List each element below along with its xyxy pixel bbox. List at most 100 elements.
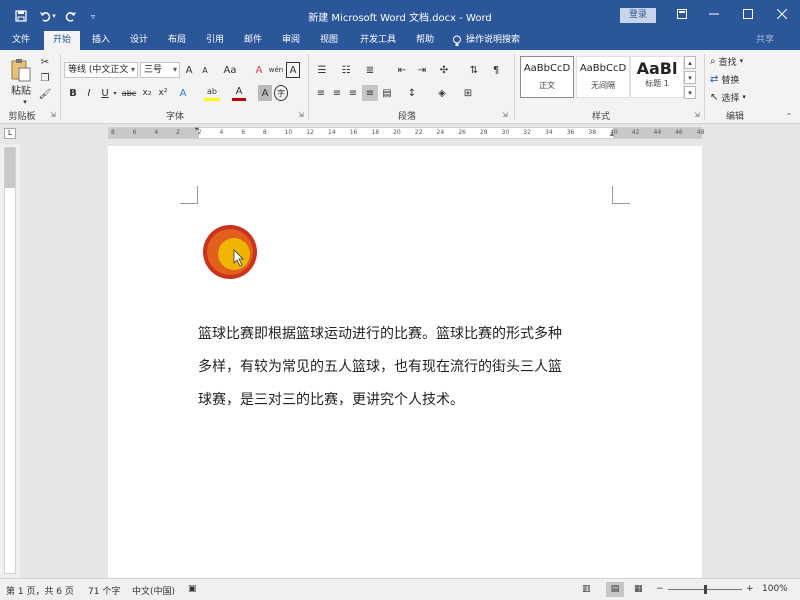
clear-format-icon[interactable]: A <box>252 62 266 78</box>
change-case-icon[interactable]: Aa <box>220 62 240 78</box>
document-page[interactable]: 篮球比赛即根据篮球运动进行的比赛。篮球比赛的形式多种 多样，有较为常见的五人篮球… <box>108 146 702 578</box>
character-border-icon[interactable]: A <box>286 62 300 78</box>
styles-launcher-icon[interactable]: ⇲ <box>694 111 700 119</box>
italic-button[interactable]: I <box>82 85 96 101</box>
tab-layout[interactable]: 布局 <box>160 31 194 50</box>
copy-icon[interactable]: ❐ <box>38 70 52 86</box>
highlight-color-icon[interactable]: ab <box>204 85 220 101</box>
decrease-indent-icon[interactable]: ⇤ <box>394 62 410 78</box>
tab-home[interactable]: 开始 <box>44 31 80 50</box>
select-button[interactable]: ↖ 选择 ▾ <box>710 90 746 104</box>
enclose-characters-icon[interactable]: 字 <box>274 85 288 101</box>
clipboard-launcher-icon[interactable]: ⇲ <box>50 111 56 119</box>
zoom-in-button[interactable]: + <box>746 584 754 594</box>
group-separator <box>308 54 309 120</box>
document-area[interactable]: 篮球比赛即根据篮球运动进行的比赛。篮球比赛的形式多种 多样，有较为常见的五人篮球… <box>20 144 800 578</box>
phonetic-guide-icon[interactable]: wén <box>268 62 284 78</box>
strikethrough-button[interactable]: abc <box>120 85 138 101</box>
align-center-icon[interactable]: ≡ <box>330 85 344 101</box>
tab-help[interactable]: 帮助 <box>408 31 442 50</box>
zoom-out-button[interactable]: − <box>656 584 664 594</box>
borders-icon[interactable]: ⊞ <box>460 85 476 101</box>
font-color-icon[interactable]: A <box>232 85 246 101</box>
shading-icon[interactable]: ◈ <box>434 85 450 101</box>
tab-insert[interactable]: 插入 <box>84 31 118 50</box>
chevron-down-icon[interactable]: ▾ <box>112 85 118 101</box>
document-paragraph[interactable]: 篮球比赛即根据篮球运动进行的比赛。篮球比赛的形式多种 多样，有较为常见的五人篮球… <box>198 318 618 417</box>
font-size-combo[interactable]: 三号 ▾ <box>140 62 180 78</box>
ruler-tick-label: 22 <box>414 129 423 136</box>
styles-scroll-down-icon[interactable]: ▾ <box>684 71 696 84</box>
ruler-tick-label: 26 <box>458 129 466 136</box>
grow-font-icon[interactable]: A <box>182 62 196 78</box>
clipboard-group-label: 剪贴板 <box>8 112 36 122</box>
word-count[interactable]: 71 个字 <box>88 584 120 597</box>
share-button[interactable]: 共享 <box>756 31 774 50</box>
bold-button[interactable]: B <box>66 85 80 101</box>
vertical-ruler[interactable] <box>4 147 16 574</box>
login-button[interactable]: 登录 <box>620 8 656 23</box>
tab-selector-button[interactable]: L <box>4 128 16 139</box>
subscript-button[interactable]: x₂ <box>140 85 154 101</box>
tab-references[interactable]: 引用 <box>198 31 232 50</box>
align-left-icon[interactable]: ≡ <box>314 85 328 101</box>
bullets-icon[interactable]: ☰ <box>314 62 330 78</box>
tab-mailings[interactable]: 邮件 <box>236 31 270 50</box>
indent-marker-icon[interactable]: ⏷ <box>194 125 200 134</box>
zoom-level[interactable]: 100% <box>762 584 788 594</box>
numbering-icon[interactable]: ☷ <box>338 62 354 78</box>
justify-icon[interactable]: ≡ <box>362 85 378 101</box>
tab-design[interactable]: 设计 <box>122 31 156 50</box>
styles-scroll-up-icon[interactable]: ▴ <box>684 56 696 69</box>
show-marks-icon[interactable]: ¶ <box>488 62 504 78</box>
font-size-value: 三号 <box>144 65 163 75</box>
style-no-spacing[interactable]: AaBbCcD 无间隔 <box>576 56 630 98</box>
find-button[interactable]: ⌕ 查找 ▾ <box>710 54 743 68</box>
increase-indent-icon[interactable]: ⇥ <box>414 62 430 78</box>
paragraph-launcher-icon[interactable]: ⇲ <box>502 111 508 119</box>
collapse-ribbon-icon[interactable]: ⌃ <box>784 108 794 124</box>
maximize-icon[interactable] <box>738 6 758 24</box>
ruler-tick-label: 4 <box>219 129 224 136</box>
cut-icon[interactable]: ✂ <box>38 54 52 70</box>
align-right-icon[interactable]: ≡ <box>346 85 360 101</box>
horizontal-ruler[interactable]: 8 6 4 2 2 4 6 8 10 12 14 16 18 20 22 24 26 28 30 32 34 36 38 40… <box>108 125 705 140</box>
right-indent-marker-icon[interactable]: ⏶ <box>609 131 615 140</box>
web-layout-icon[interactable]: ▦ <box>634 584 643 594</box>
line-spacing-icon[interactable]: ↕ <box>404 85 420 101</box>
close-icon[interactable] <box>772 6 792 24</box>
shrink-font-icon[interactable]: A <box>198 62 212 78</box>
ruler-tick-label: 14 <box>328 129 336 136</box>
text-effect-icon[interactable]: A <box>176 85 190 101</box>
chevron-down-icon: ▾ <box>739 57 744 65</box>
minimize-icon[interactable] <box>704 6 724 24</box>
page-count[interactable]: 第 1 页，共 6 页 <box>6 584 74 597</box>
ribbon-display-icon[interactable] <box>672 6 692 24</box>
tab-developer[interactable]: 开发工具 <box>352 31 404 50</box>
style-normal[interactable]: AaBbCcD 正文 <box>520 56 574 98</box>
distributed-icon[interactable]: ▤ <box>380 85 394 101</box>
tab-file[interactable]: 文件 <box>4 31 38 50</box>
tab-review[interactable]: 审阅 <box>274 31 308 50</box>
print-layout-icon[interactable]: ▤ <box>606 582 624 597</box>
superscript-button[interactable]: x² <box>156 85 170 101</box>
font-launcher-icon[interactable]: ⇲ <box>298 111 304 119</box>
help-search[interactable]: 操作说明搜索 <box>452 31 520 50</box>
replace-button[interactable]: ⇄ 替换 <box>710 72 739 86</box>
character-shading-icon[interactable]: A <box>258 85 272 101</box>
macro-record-icon[interactable]: ▣ <box>188 584 197 594</box>
multilevel-list-icon[interactable]: ≣ <box>362 62 378 78</box>
tab-view[interactable]: 视图 <box>312 31 346 50</box>
paste-dropdown-icon[interactable]: ▾ <box>20 94 30 110</box>
font-name-combo[interactable]: 等线 (中文正文 ▾ <box>64 62 138 78</box>
sort-icon[interactable]: ⇅ <box>466 62 482 78</box>
replace-label: 替换 <box>721 75 740 86</box>
language-indicator[interactable]: 中文(中国) <box>132 584 175 597</box>
styles-more-icon[interactable]: ▾ <box>684 86 696 99</box>
format-painter-icon[interactable]: 🖌 <box>38 86 52 102</box>
chinese-layout-icon[interactable]: ✣ <box>436 62 452 78</box>
style-heading-1[interactable]: AaBl 标题 1 <box>630 56 684 98</box>
read-mode-icon[interactable]: ▥ <box>582 584 591 594</box>
underline-button[interactable]: U <box>98 85 112 101</box>
zoom-slider-thumb[interactable] <box>704 585 707 594</box>
